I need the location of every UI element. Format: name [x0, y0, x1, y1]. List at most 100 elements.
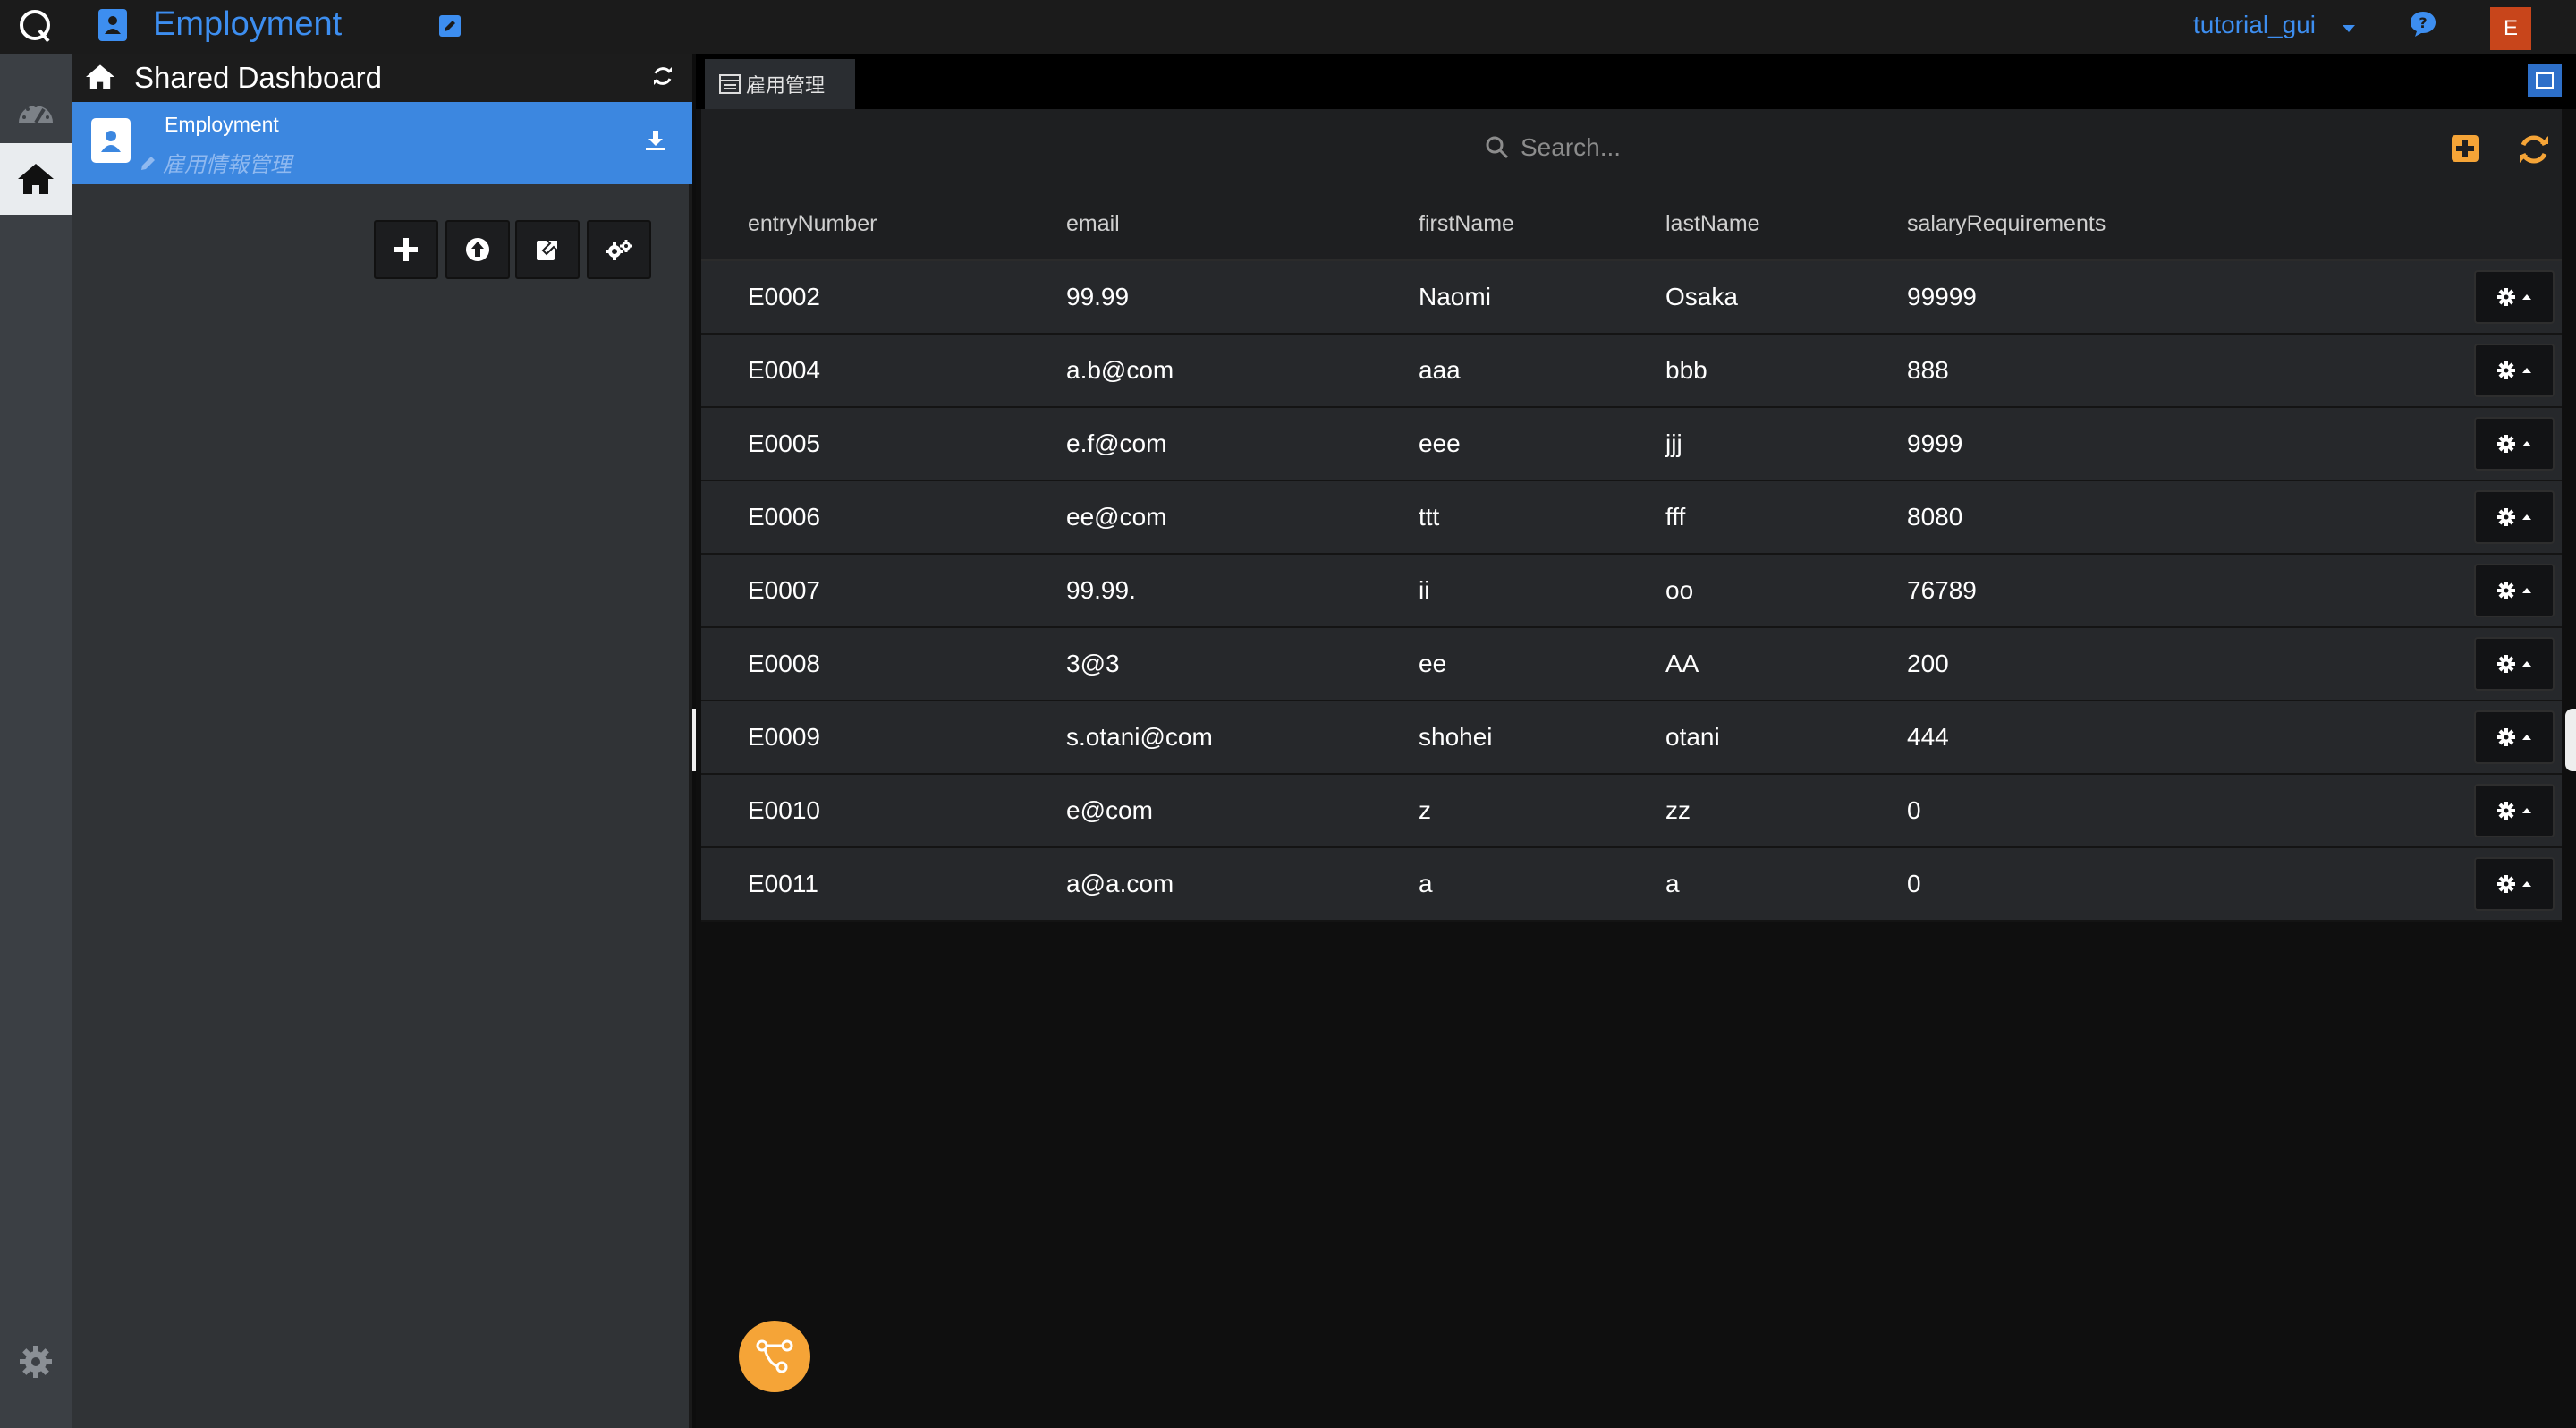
- panel-resize-handle[interactable]: [2565, 709, 2576, 771]
- contact-card-icon: [97, 7, 129, 43]
- column-header[interactable]: lastName: [1665, 211, 1760, 237]
- row-gear-icon: [2497, 288, 2515, 306]
- table-cell: 0: [1907, 870, 1921, 897]
- table-row[interactable]: E0007 99.99. ii oo 76789: [701, 555, 2562, 628]
- table-row[interactable]: E0009 s.otani@com shohei otani 444: [701, 701, 2562, 775]
- table-row[interactable]: E0011 a@a.com a a 0: [701, 848, 2562, 922]
- table-cell: E0009: [748, 723, 820, 751]
- row-gear-icon: [2497, 802, 2515, 820]
- download-icon[interactable]: [644, 129, 667, 157]
- row-actions-button[interactable]: [2474, 417, 2555, 471]
- search-input[interactable]: [1521, 133, 1789, 162]
- table-row[interactable]: E0008 3@3 ee AA 200: [701, 628, 2562, 701]
- edit-icon[interactable]: [438, 14, 462, 38]
- table-cell: aaa: [1419, 356, 1461, 384]
- row-gear-icon: [2497, 361, 2515, 379]
- user-menu[interactable]: tutorial_gui: [2193, 11, 2316, 39]
- add-square-icon[interactable]: [2451, 134, 2479, 167]
- table-cell: eee: [1419, 429, 1461, 457]
- table-row[interactable]: E0006 ee@com ttt fff 8080: [701, 481, 2562, 555]
- row-actions-button[interactable]: [2474, 857, 2555, 911]
- row-actions-button[interactable]: [2474, 270, 2555, 324]
- nav-rail: [0, 54, 72, 1428]
- caret-up-icon: [2522, 735, 2531, 740]
- export-button[interactable]: [515, 220, 580, 279]
- upload-button[interactable]: [445, 220, 510, 279]
- tab-employment-management[interactable]: 雇用管理: [705, 59, 855, 109]
- table-cell: 99999: [1907, 283, 1977, 310]
- svg-text:?: ?: [2419, 14, 2427, 31]
- table-cell: 99.99.: [1066, 576, 1136, 604]
- row-gear-icon: [2497, 508, 2515, 526]
- row-actions-button[interactable]: [2474, 784, 2555, 837]
- table-cell: 76789: [1907, 576, 1977, 604]
- flow-button[interactable]: [739, 1321, 810, 1392]
- dashboard-gauge-icon[interactable]: [0, 75, 72, 147]
- home-icon[interactable]: [0, 143, 72, 215]
- add-button[interactable]: [374, 220, 438, 279]
- table-cell: 9999: [1907, 429, 1963, 457]
- home-icon: [84, 63, 116, 96]
- sidebar-item-subtitle: 雇用情報管理: [140, 147, 292, 178]
- sidebar-item-employment[interactable]: Employment 雇用情報管理: [72, 102, 692, 184]
- data-table: entryNumber email firstName lastName sal…: [701, 188, 2562, 922]
- row-gear-icon: [2497, 728, 2515, 746]
- table-cell: zz: [1665, 796, 1690, 824]
- q-logo-icon[interactable]: [0, 0, 72, 54]
- table-icon: [719, 74, 741, 94]
- row-actions-button[interactable]: [2474, 710, 2555, 764]
- row-gear-icon: [2497, 435, 2515, 453]
- row-gear-icon: [2497, 582, 2515, 599]
- settings-button[interactable]: [587, 220, 651, 279]
- caret-up-icon: [2522, 441, 2531, 446]
- column-header[interactable]: entryNumber: [748, 211, 877, 237]
- caret-down-icon[interactable]: [2342, 21, 2356, 38]
- tab-label: 雇用管理: [746, 74, 826, 97]
- table-cell: ttt: [1419, 503, 1440, 531]
- table-cell: a@a.com: [1066, 870, 1174, 897]
- table-cell: fff: [1665, 503, 1686, 531]
- table-cell: 444: [1907, 723, 1949, 751]
- avatar[interactable]: E: [2490, 7, 2531, 50]
- maximize-icon[interactable]: [2528, 64, 2562, 97]
- help-icon[interactable]: ?: [2408, 9, 2438, 44]
- table-cell: E0008: [748, 650, 820, 677]
- table-cell: s.otani@com: [1066, 723, 1213, 751]
- column-header[interactable]: salaryRequirements: [1907, 211, 2106, 237]
- table-cell: E0011: [748, 870, 818, 897]
- table-row[interactable]: E0004 a.b@com aaa bbb 888: [701, 335, 2562, 408]
- sidebar-item-label: Employment: [165, 113, 279, 136]
- row-actions-button[interactable]: [2474, 344, 2555, 397]
- table-cell: a.b@com: [1066, 356, 1174, 384]
- table-body: E0002 99.99 Naomi Osaka 99999 E0004 a.b@com aaa…: [701, 261, 2562, 922]
- sync-icon[interactable]: [2517, 132, 2551, 171]
- column-header[interactable]: firstName: [1419, 211, 1514, 237]
- refresh-icon[interactable]: [651, 64, 674, 92]
- table-cell: a: [1419, 870, 1433, 897]
- search-bar: [701, 109, 2562, 188]
- table-cell: 99.99: [1066, 283, 1130, 310]
- caret-up-icon: [2522, 294, 2531, 300]
- settings-gear-icon[interactable]: [0, 1326, 72, 1398]
- table-cell: e.f@com: [1066, 429, 1167, 457]
- table-cell: Osaka: [1665, 283, 1738, 310]
- main-panel: 雇用管理 entryNumber email firstName lastNam…: [696, 54, 2576, 1428]
- sidebar-title: Shared Dashboard: [134, 61, 383, 94]
- table-cell: 888: [1907, 356, 1949, 384]
- row-actions-button[interactable]: [2474, 490, 2555, 544]
- table-cell: 8080: [1907, 503, 1963, 531]
- table-row[interactable]: E0010 e@com z zz 0: [701, 775, 2562, 848]
- table-row[interactable]: E0005 e.f@com eee jjj 9999: [701, 408, 2562, 481]
- table-cell: E0006: [748, 503, 820, 531]
- table-cell: AA: [1665, 650, 1699, 677]
- table-cell: E0010: [748, 796, 820, 824]
- table-cell: ii: [1419, 576, 1430, 604]
- caret-up-icon: [2522, 588, 2531, 593]
- gears-icon: [606, 240, 632, 260]
- table-cell: 0: [1907, 796, 1921, 824]
- table-cell: E0004: [748, 356, 820, 384]
- row-actions-button[interactable]: [2474, 637, 2555, 691]
- column-header[interactable]: email: [1066, 211, 1120, 237]
- row-actions-button[interactable]: [2474, 564, 2555, 617]
- table-row[interactable]: E0002 99.99 Naomi Osaka 99999: [701, 261, 2562, 335]
